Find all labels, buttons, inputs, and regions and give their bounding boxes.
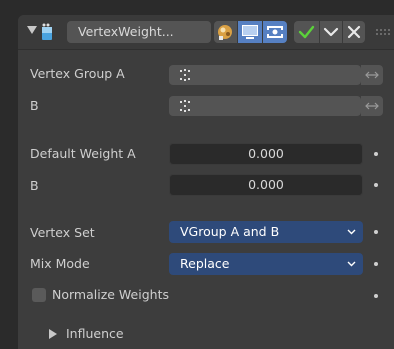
apply-button[interactable] <box>294 21 319 43</box>
edit-mode-toggle[interactable] <box>214 21 237 43</box>
invert-vertex-group-a-toggle[interactable] <box>361 65 383 85</box>
keyframe-dot-icon[interactable] <box>374 230 378 234</box>
checkmark-icon <box>298 25 315 39</box>
default-weight-a-label: Default Weight A <box>30 146 136 161</box>
vertex-group-a-label: Vertex Group A <box>30 66 125 81</box>
influence-subpanel-header[interactable]: Influence <box>66 326 124 341</box>
chevron-down-icon <box>347 229 356 235</box>
modifier-menu-button[interactable] <box>320 21 342 43</box>
delete-modifier-button[interactable] <box>343 21 365 43</box>
invert-arrows-icon <box>365 102 379 110</box>
edit-mode-icon <box>218 25 232 40</box>
drag-handle-icon[interactable] <box>376 29 390 35</box>
vertex-group-icon <box>180 69 190 81</box>
mix-mode-value: Replace <box>180 256 230 271</box>
modifier-name-field[interactable]: VertexWeight... <box>67 21 211 43</box>
mix-mode-dropdown[interactable]: Replace <box>169 253 363 275</box>
invert-vertex-group-b-toggle[interactable] <box>361 96 383 116</box>
viewport-toggle[interactable] <box>238 21 262 43</box>
vertex-group-icon <box>180 100 190 112</box>
modifier-panel: VertexWeight... Vertex Group A B Default… <box>18 15 394 349</box>
normalize-weights-label[interactable]: Normalize Weights <box>52 287 169 302</box>
normalize-weights-checkbox[interactable] <box>32 288 46 302</box>
vertex-group-a-field[interactable] <box>169 65 361 85</box>
default-weight-b-field[interactable]: 0.000 <box>169 174 363 196</box>
vertex-group-b-label: B <box>30 98 39 113</box>
invert-arrows-icon <box>365 71 379 79</box>
disclosure-triangle-down-icon[interactable] <box>27 26 37 34</box>
vertex-group-b-field[interactable] <box>169 96 361 116</box>
render-icon <box>267 26 283 38</box>
close-icon <box>347 25 361 39</box>
modifier-header: VertexWeight... <box>18 15 394 50</box>
default-weight-a-field[interactable]: 0.000 <box>169 143 363 165</box>
vertex-set-label: Vertex Set <box>30 225 95 240</box>
default-weight-b-label: B <box>30 178 39 193</box>
vertex-set-dropdown[interactable]: VGroup A and B <box>169 221 363 243</box>
viewport-icon <box>242 25 258 39</box>
chevron-down-icon <box>347 261 356 267</box>
keyframe-dot-icon[interactable] <box>374 183 378 187</box>
keyframe-dot-icon[interactable] <box>374 262 378 266</box>
keyframe-dot-icon[interactable] <box>374 294 378 298</box>
vertex-set-value: VGroup A and B <box>180 224 280 239</box>
chevron-down-icon <box>323 27 339 37</box>
disclosure-triangle-right-icon[interactable] <box>49 329 57 339</box>
vertex-weight-mix-icon <box>42 23 52 40</box>
render-toggle[interactable] <box>263 21 287 43</box>
mix-mode-label: Mix Mode <box>30 256 90 271</box>
keyframe-dot-icon[interactable] <box>374 152 378 156</box>
